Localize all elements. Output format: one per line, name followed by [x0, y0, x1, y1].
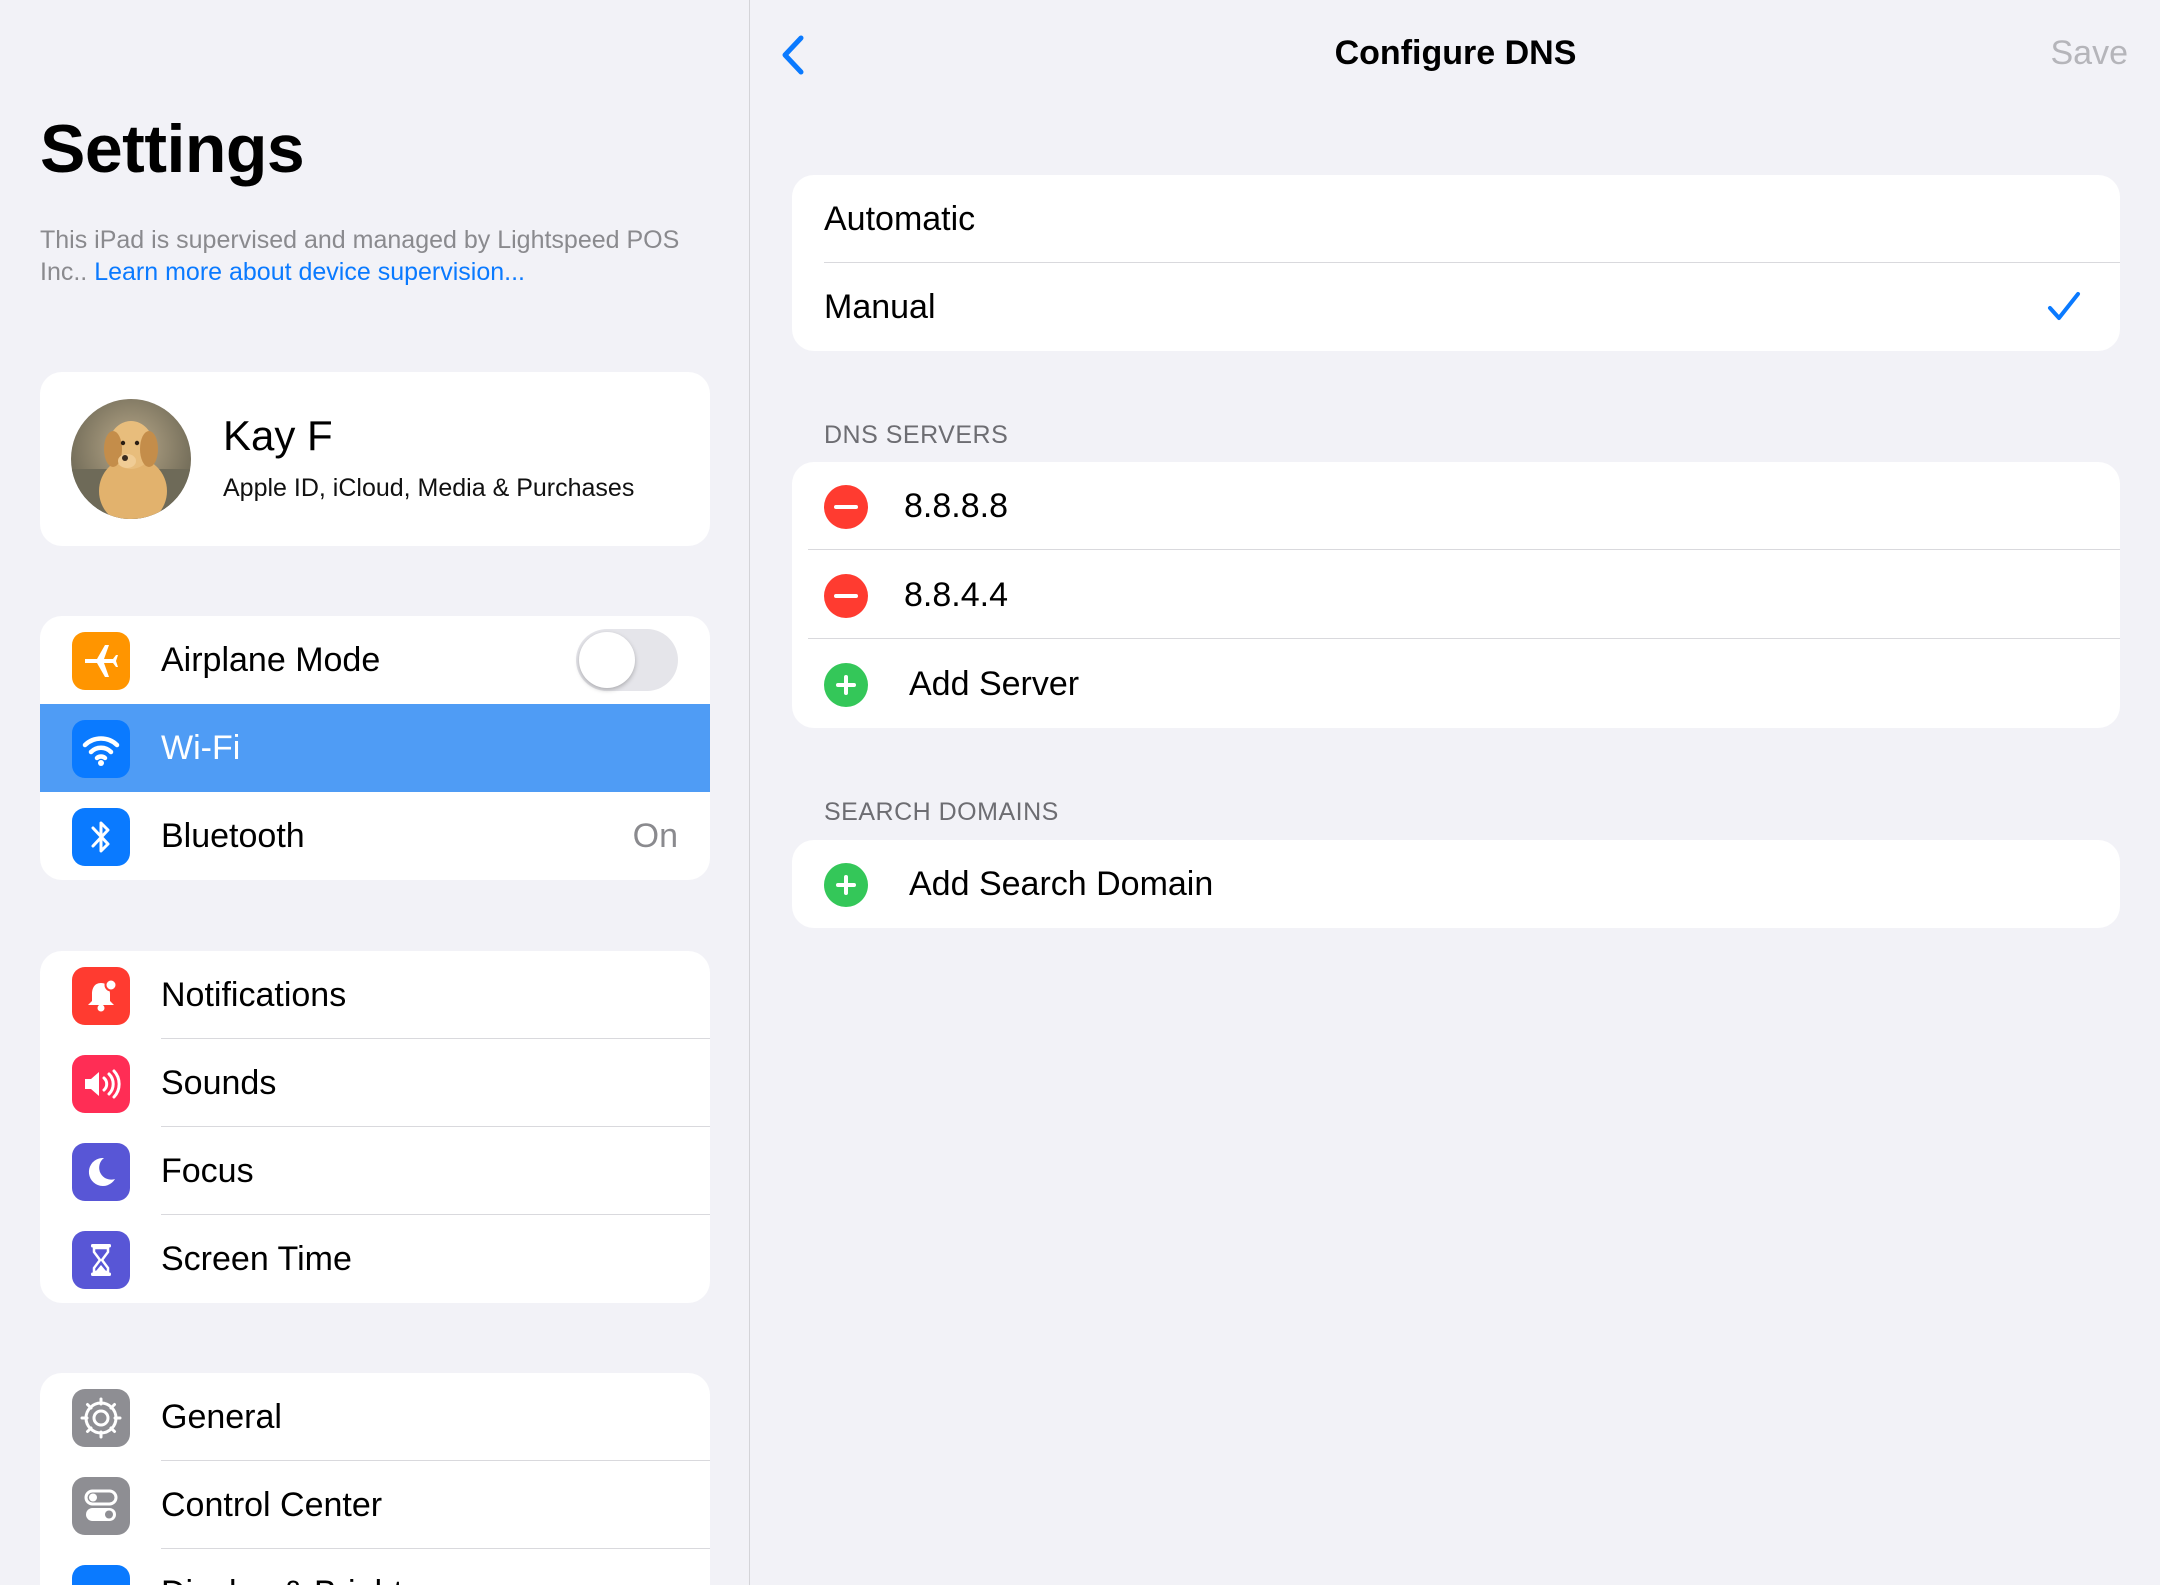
- add-server-row[interactable]: Add Server: [792, 640, 2120, 728]
- dns-mode-manual[interactable]: Manual: [792, 263, 2120, 351]
- checkmark-icon: [2048, 292, 2080, 320]
- dns-server-row[interactable]: 8.8.4.4: [792, 551, 2120, 639]
- sidebar-item-label: Control Center: [161, 1486, 383, 1524]
- hourglass-icon: [72, 1231, 130, 1289]
- dns-server-address[interactable]: 8.8.4.4: [904, 551, 1008, 639]
- page-title: Configure DNS: [1334, 34, 1577, 72]
- sidebar-item-label: Airplane Mode: [161, 641, 381, 679]
- sidebar-item-focus[interactable]: Focus: [40, 1127, 710, 1215]
- plus-icon: [836, 675, 856, 695]
- bluetooth-icon: [72, 808, 130, 866]
- delete-server-button[interactable]: [824, 574, 868, 618]
- display-icon: AA: [72, 1565, 130, 1585]
- add-search-domain-label: Add Search Domain: [909, 865, 1214, 903]
- sidebar-item-display-brightness[interactable]: AA Display & Brightness: [40, 1549, 710, 1585]
- avatar: [71, 399, 191, 519]
- delete-server-button[interactable]: [824, 485, 868, 529]
- svg-text:AA: AA: [84, 1580, 119, 1585]
- search-domains-group: Add Search Domain: [792, 840, 2120, 928]
- dns-server-row[interactable]: 8.8.8.8: [792, 462, 2120, 550]
- search-domains-header: SEARCH DOMAINS: [824, 798, 1059, 826]
- sidebar-item-label: General: [161, 1398, 282, 1436]
- dns-mode-label: Automatic: [824, 200, 976, 238]
- minus-icon: [834, 505, 858, 509]
- sidebar-item-label: Notifications: [161, 976, 347, 1014]
- settings-sidebar: Settings This iPad is supervised and man…: [0, 0, 750, 1585]
- apple-id-profile-card[interactable]: Kay F Apple ID, iCloud, Media & Purchase…: [40, 372, 710, 546]
- connectivity-group: Airplane Mode Wi-Fi Bluetooth On: [40, 616, 710, 880]
- sidebar-item-label: Wi-Fi: [161, 729, 241, 767]
- dns-servers-header: DNS SERVERS: [824, 421, 1009, 449]
- sidebar-item-label: Screen Time: [161, 1240, 352, 1278]
- bell-icon: [72, 967, 130, 1025]
- dns-servers-group: 8.8.8.8 8.8.4.4 Add Server: [792, 462, 2120, 728]
- sidebar-item-sounds[interactable]: Sounds: [40, 1039, 710, 1127]
- minus-icon: [834, 594, 858, 598]
- notifications-group: Notifications Sounds Focus Screen Time: [40, 951, 710, 1303]
- sidebar-item-notifications[interactable]: Notifications: [40, 951, 710, 1039]
- gear-icon: [72, 1389, 130, 1447]
- add-server-button[interactable]: [824, 663, 868, 707]
- sidebar-item-label: Sounds: [161, 1064, 277, 1102]
- profile-subtitle: Apple ID, iCloud, Media & Purchases: [223, 474, 635, 502]
- dns-mode-group: Automatic Manual: [792, 175, 2120, 351]
- sidebar-item-label: Bluetooth: [161, 817, 305, 855]
- dns-server-address[interactable]: 8.8.8.8: [904, 462, 1008, 550]
- bluetooth-status-value: On: [632, 817, 678, 855]
- plus-icon: [836, 875, 856, 895]
- speaker-icon: [72, 1055, 130, 1113]
- profile-name: Kay F: [223, 412, 333, 459]
- supervision-learn-more-link[interactable]: Learn more about device supervision...: [94, 258, 525, 286]
- add-search-domain-row[interactable]: Add Search Domain: [792, 840, 2120, 928]
- sidebar-item-label: Display & Brightness: [161, 1549, 475, 1585]
- airplane-icon: [72, 632, 130, 690]
- save-button[interactable]: Save: [2051, 34, 2129, 73]
- wifi-icon: [72, 720, 130, 778]
- switches-icon: [72, 1477, 130, 1535]
- sidebar-title: Settings: [40, 111, 305, 187]
- toggle-knob: [579, 632, 635, 688]
- general-group: General Control Center AA: [40, 1373, 710, 1585]
- supervision-note: This iPad is supervised and managed by L…: [40, 224, 720, 288]
- sidebar-item-airplane-mode[interactable]: Airplane Mode: [40, 616, 710, 704]
- dns-mode-label: Manual: [824, 288, 936, 326]
- moon-icon: [72, 1143, 130, 1201]
- configure-dns-pane: Configure DNS Save Automatic Manual DNS …: [751, 0, 2160, 1585]
- dns-mode-automatic[interactable]: Automatic: [792, 175, 2120, 263]
- airplane-mode-toggle[interactable]: [576, 629, 678, 691]
- sidebar-item-screen-time[interactable]: Screen Time: [40, 1215, 710, 1303]
- sidebar-item-control-center[interactable]: Control Center: [40, 1461, 710, 1549]
- sidebar-item-general[interactable]: General: [40, 1373, 710, 1461]
- add-search-domain-button[interactable]: [824, 863, 868, 907]
- sidebar-item-wifi[interactable]: Wi-Fi: [40, 704, 710, 792]
- sidebar-item-label: Focus: [161, 1152, 254, 1190]
- sidebar-item-bluetooth[interactable]: Bluetooth On: [40, 792, 710, 880]
- add-server-label: Add Server: [909, 665, 1080, 703]
